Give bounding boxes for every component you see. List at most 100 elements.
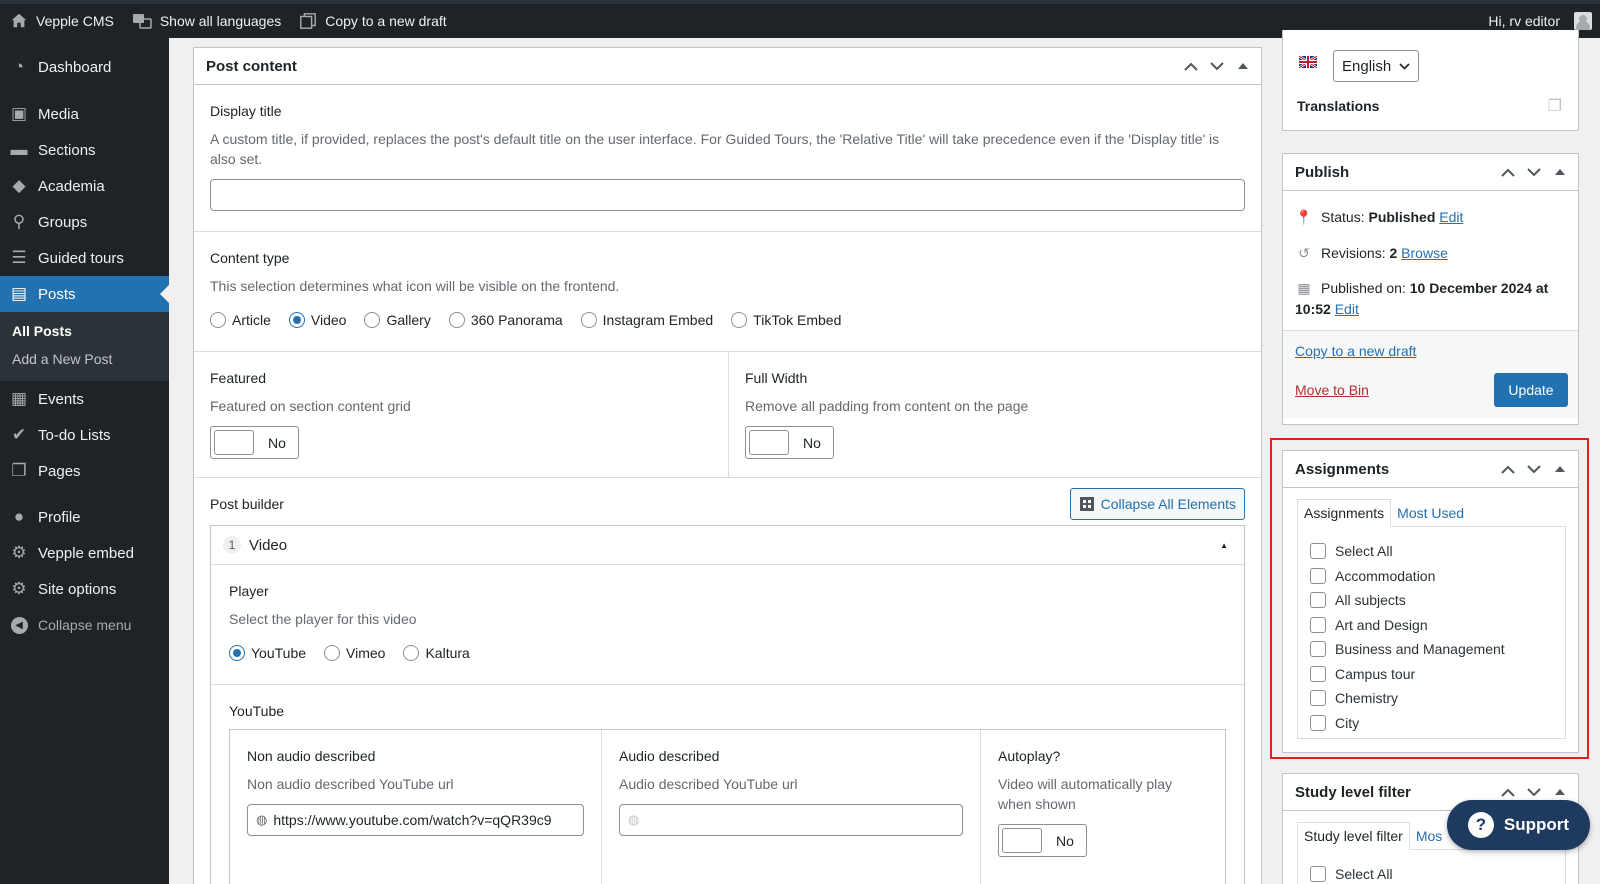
sidebar-item-pages[interactable]: ❐ Pages [0, 453, 169, 489]
move-up-icon[interactable] [1500, 461, 1516, 477]
player-field: Player Select the player for this video … [211, 565, 1244, 685]
toggle-panel-icon[interactable] [1552, 461, 1568, 477]
move-down-icon[interactable] [1526, 164, 1542, 180]
element-collapse-icon[interactable]: ▲ [1220, 541, 1228, 550]
sidebar-item-profile[interactable]: ● Profile [0, 499, 169, 535]
list-item[interactable]: Accommodation [1310, 564, 1565, 589]
full-width-toggle[interactable]: No [745, 426, 834, 459]
collapse-all-elements-button[interactable]: Collapse All Elements [1069, 488, 1245, 520]
sidebar-item-groups[interactable]: ⚲ Groups [0, 204, 169, 240]
sidebar-item-guided-tours[interactable]: ☰ Guided tours [0, 240, 169, 276]
show-all-languages-link[interactable]: Show all languages [123, 4, 290, 38]
checkbox[interactable] [1310, 641, 1326, 658]
content-type-360-panorama[interactable]: 360 Panorama [448, 312, 563, 328]
copy-draft-link[interactable]: Copy to a new draft [290, 4, 455, 38]
study-level-list: Select All [1297, 849, 1566, 884]
content-type-article[interactable]: Article [210, 312, 271, 328]
tab-assignments[interactable]: Assignments [1297, 499, 1392, 527]
list-item[interactable]: Art and Design [1310, 613, 1565, 638]
checkbox[interactable] [1310, 567, 1326, 584]
revisions-browse-link[interactable]: Browse [1401, 245, 1448, 261]
content-type-tiktok-embed[interactable]: TikTok Embed [731, 312, 841, 328]
move-down-icon[interactable] [1526, 461, 1542, 477]
revisions-value: 2 [1389, 245, 1398, 261]
move-down-icon[interactable] [1526, 784, 1542, 800]
gear-icon: ⚙ [11, 579, 27, 598]
submenu-add-new-post[interactable]: Add a New Post [0, 345, 169, 373]
video-element-header[interactable]: 1 Video ▲ [211, 526, 1244, 565]
featured-toggle[interactable]: No [210, 426, 299, 459]
sidebar-item-site-options[interactable]: ⚙ Site options [0, 571, 169, 607]
move-to-bin-link[interactable]: Move to Bin [1295, 382, 1369, 398]
admin-sidebar: ◔ Dashboard ▣ Media ▬ Sections ◆ Academi… [0, 38, 169, 884]
move-up-icon[interactable] [1500, 784, 1516, 800]
tab-most-used[interactable]: Mos [1410, 823, 1448, 849]
sidebar-item-media[interactable]: ▣ Media [0, 96, 169, 132]
sidebar-item-posts[interactable]: ▤ Posts [0, 276, 169, 312]
sidebar-item-label: Media [38, 105, 79, 123]
toggle-panel-icon[interactable] [1552, 164, 1568, 180]
youtube-subfields: Non audio described Non audio described … [229, 729, 1226, 884]
element-index: 1 [223, 536, 241, 554]
list-item[interactable]: Business and Management [1310, 637, 1565, 662]
help-icon: ? [1467, 812, 1494, 838]
sidebar-item-vepple-embed[interactable]: ⚙ Vepple embed [0, 535, 169, 571]
published-edit-link[interactable]: Edit [1335, 301, 1359, 317]
checkbox[interactable] [1310, 714, 1326, 731]
checkbox[interactable] [1310, 543, 1326, 560]
audio-url-input[interactable]: ◍ [619, 804, 963, 836]
post-content-header: Post content [194, 48, 1261, 85]
content-type-video[interactable]: Video [288, 312, 346, 328]
autoplay-toggle[interactable]: No [998, 824, 1087, 857]
move-up-icon[interactable] [1500, 164, 1516, 180]
list-item[interactable]: All subjects [1310, 588, 1565, 613]
language-select[interactable]: English [1333, 50, 1420, 82]
tab-most-used[interactable]: Most Used [1391, 500, 1470, 526]
sidebar-item-label: Posts [38, 285, 76, 303]
player-youtube[interactable]: YouTube [229, 645, 306, 661]
update-button[interactable]: Update [1494, 373, 1568, 407]
graduation-cap-icon: ◆ [12, 176, 26, 195]
display-title-input[interactable] [210, 179, 1245, 211]
move-up-icon[interactable] [1183, 58, 1199, 74]
sidebar-item-academia[interactable]: ◆ Academia [0, 168, 169, 204]
post-builder-field: Post builder Collapse All Elements 1 Vid… [194, 478, 1261, 884]
sidebar-item-dashboard[interactable]: ◔ Dashboard [0, 48, 169, 86]
submenu-all-posts[interactable]: All Posts [0, 317, 169, 345]
site-name-link[interactable]: Vepple CMS [0, 4, 123, 38]
content-type-gallery[interactable]: Gallery [364, 312, 431, 328]
list-item[interactable]: Chemistry [1310, 686, 1565, 711]
display-title-field: Display title A custom title, if provide… [194, 85, 1261, 232]
checkbox[interactable] [1310, 616, 1326, 633]
copy-draft-link[interactable]: Copy to a new draft [1295, 343, 1416, 359]
list-item[interactable]: Select All [1310, 862, 1565, 884]
move-down-icon[interactable] [1209, 58, 1225, 74]
autoplay-field: Autoplay? Video will automatically play … [981, 730, 1225, 884]
player-vimeo[interactable]: Vimeo [324, 645, 385, 661]
list-item[interactable]: City [1310, 711, 1565, 736]
checkbox[interactable] [1310, 690, 1326, 707]
checkbox[interactable] [1310, 866, 1326, 883]
toggle-panel-icon[interactable] [1235, 58, 1251, 74]
sidebar-item-label: Pages [38, 462, 81, 480]
sidebar-item-sections[interactable]: ▬ Sections [0, 132, 169, 168]
tab-study-level-filter[interactable]: Study level filter [1297, 822, 1410, 850]
assignments-tabs: Assignments Most Used [1297, 498, 1566, 527]
checkbox[interactable] [1310, 592, 1326, 609]
content-type-instagram-embed[interactable]: Instagram Embed [580, 312, 713, 328]
list-item[interactable]: Campus tour [1310, 662, 1565, 687]
show-all-languages-label: Show all languages [159, 13, 282, 29]
toggle-panel-icon[interactable] [1552, 784, 1568, 800]
player-kaltura[interactable]: Kaltura [403, 645, 470, 661]
non-audio-url-input[interactable]: ◍ https://www.youtube.com/watch?v=qQR39c… [247, 804, 584, 836]
status-edit-link[interactable]: Edit [1439, 209, 1463, 225]
duplicate-icon[interactable]: ❐ [1548, 96, 1562, 116]
checkbox[interactable] [1310, 665, 1326, 682]
list-item[interactable]: Select All [1310, 539, 1565, 564]
site-name: Vepple CMS [36, 13, 114, 29]
copy-icon [300, 13, 317, 29]
collapse-menu-button[interactable]: ◀ Collapse menu [0, 607, 169, 643]
support-button[interactable]: ? Support [1447, 800, 1590, 850]
sidebar-item-events[interactable]: ▦ Events [0, 381, 169, 417]
sidebar-item-todo-lists[interactable]: ✔ To-do Lists [0, 417, 169, 453]
